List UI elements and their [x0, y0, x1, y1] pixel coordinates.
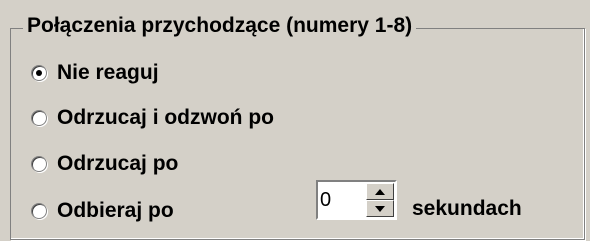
- radio-button-icon[interactable]: [31, 203, 47, 219]
- groupbox-title: Połączenia przychodzące (numery 1-8): [23, 13, 417, 39]
- radio-option-label: Odbieraj po: [57, 199, 174, 222]
- radio-button-checked-icon[interactable]: [31, 65, 47, 81]
- arrow-down-icon: [375, 205, 385, 212]
- radio-button-icon[interactable]: [31, 156, 47, 172]
- radio-option-odrzucaj-i-odzwon[interactable]: Odrzucaj i odzwoń po: [31, 103, 274, 133]
- seconds-unit-label: sekundach: [412, 197, 522, 220]
- radio-option-label: Nie reaguj: [57, 61, 159, 84]
- radio-button-icon[interactable]: [31, 110, 47, 126]
- seconds-input[interactable]: [320, 186, 362, 214]
- radio-option-odbieraj-po[interactable]: Odbieraj po: [31, 196, 174, 226]
- spinner-down-button[interactable]: [366, 200, 394, 217]
- spinner-up-button[interactable]: [366, 183, 394, 200]
- radio-option-nie-reaguj[interactable]: Nie reaguj: [31, 58, 159, 88]
- arrow-up-icon: [375, 188, 385, 195]
- radio-option-label: Odrzucaj po: [57, 152, 179, 175]
- seconds-spinner[interactable]: [316, 180, 397, 220]
- radio-option-label: Odrzucaj i odzwoń po: [57, 106, 274, 129]
- radio-option-odrzucaj-po[interactable]: Odrzucaj po: [31, 149, 178, 179]
